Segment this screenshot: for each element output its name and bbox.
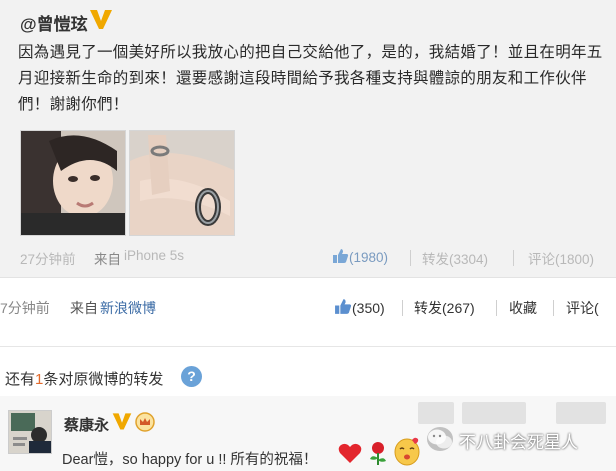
comment-text: Dear愷，so happy for u !! 所有的祝福！ [62, 452, 318, 468]
original-post-time[interactable]: 27分钟前 [20, 248, 76, 268]
wechat-icon [427, 427, 453, 451]
thumb-up-icon [335, 299, 352, 314]
repost-list-suffix: 条对原微博的转发 [43, 371, 164, 388]
blurred-content [418, 402, 454, 424]
original-post-text: 因為遇見了一個美好所以我放心的把自己交給他了，是的，我結婚了！並且在明年五月迎接… [18, 44, 603, 113]
avatar-image [9, 411, 51, 453]
repost-time[interactable]: 7分钟前 [0, 298, 50, 318]
heart-icon [338, 443, 362, 463]
commenter-name[interactable]: 蔡康永 [64, 414, 109, 435]
post-photo-selfie[interactable] [20, 130, 126, 236]
repost-source-prefix: 来自 [70, 300, 98, 316]
blurred-content [462, 402, 526, 424]
original-like-button[interactable]: (1980) [332, 248, 388, 265]
repost-favorite-button[interactable]: 收藏 [509, 298, 537, 318]
post-photo-ring[interactable] [129, 130, 235, 236]
section-divider [0, 346, 616, 347]
selfie-image [21, 131, 125, 235]
crown-icon[interactable] [135, 412, 155, 432]
thumb-up-icon [333, 249, 349, 263]
footer-separator [513, 250, 514, 266]
repost-like-count: (350) [352, 300, 385, 316]
blurred-content [556, 402, 606, 424]
watermark: 不八卦会死星人 [421, 424, 616, 454]
repost-list-prefix: 还有 [5, 371, 36, 388]
original-repost-button[interactable]: 转发(3304) [422, 248, 488, 268]
original-post-card: @曾愷玹 因為遇見了一個美好所以我放心的把自己交給他了，是的，我結婚了！並且在明… [0, 0, 616, 278]
repost-source-name[interactable]: 新浪微博 [100, 298, 156, 318]
footer-separator [410, 250, 411, 266]
verified-v-icon [112, 413, 132, 430]
original-source-prefix: 来自 [94, 252, 121, 267]
original-author-name[interactable]: @曾愷玹 [20, 10, 88, 35]
original-post-footer: 27分钟前 来自 iPhone 5s (1980) 转发(3304) 评论(18… [0, 248, 616, 268]
footer-separator [496, 300, 497, 316]
footer-separator [553, 300, 554, 316]
verified-v-icon [90, 10, 112, 29]
original-comment-button[interactable]: 评论(1800) [528, 248, 594, 268]
watermark-text: 不八卦会死星人 [459, 433, 578, 452]
original-like-count: (1980) [349, 250, 389, 265]
repost-comment-button[interactable]: 评论( [566, 298, 599, 318]
kiss-face-icon [394, 437, 420, 466]
repost-footer: 7分钟前 来自 新浪微博 (350) 转发(267) 收藏 评论( [0, 298, 616, 320]
footer-separator [402, 300, 403, 316]
repost-like-button[interactable]: (350) [334, 298, 385, 316]
repost-list-header: 还有1条对原微博的转发 [5, 368, 163, 389]
repost-repost-button[interactable]: 转发(267) [414, 298, 475, 318]
original-source-name[interactable]: iPhone 5s [124, 248, 184, 263]
help-icon[interactable]: ? [181, 366, 202, 387]
ring-image [130, 131, 234, 235]
rose-icon [370, 442, 386, 465]
avatar[interactable] [8, 410, 52, 454]
